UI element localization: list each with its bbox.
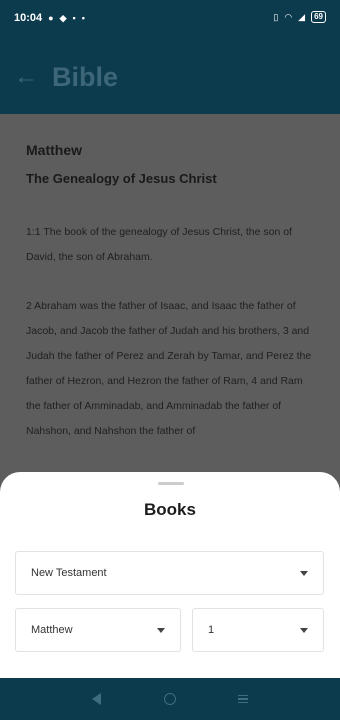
chevron-down-icon — [157, 627, 165, 633]
drag-handle[interactable] — [158, 482, 184, 485]
status-left: 10:04 ● ◆ ▪ • — [14, 12, 85, 24]
book-select-value: Matthew — [31, 624, 73, 636]
circle-home-icon — [163, 693, 176, 705]
triangle-back-icon — [92, 693, 102, 705]
page-title: Bible — [52, 61, 119, 92]
nav-home-button[interactable] — [158, 687, 182, 711]
wifi-icon: ◠ — [284, 11, 293, 22]
nav-recents-button[interactable] — [231, 687, 255, 711]
verse-paragraph: 1:1 The book of the genealogy of Jesus C… — [26, 226, 292, 263]
status-right: ▯ ◠ ◢ 69 — [273, 11, 326, 23]
back-button[interactable]: ← — [6, 57, 46, 97]
message-icon: ◆ — [59, 12, 67, 23]
chapter-select-value: 1 — [208, 624, 215, 636]
testament-select[interactable]: New Testament — [15, 551, 324, 595]
testament-select-value: New Testament — [31, 567, 107, 579]
section-heading: The Genealogy of Jesus Christ — [26, 171, 217, 186]
reader-content: Matthew The Genealogy of Jesus Christ 1:… — [0, 114, 340, 494]
status-bar: 10:04 ● ◆ ▪ • ▯ ◠ ◢ 69 — [0, 0, 340, 40]
book-name: Matthew — [26, 142, 82, 158]
sheet-title: Books — [144, 500, 196, 519]
arrow-left-icon: ← — [14, 63, 38, 90]
message-icon: ● — [48, 13, 54, 23]
chevron-down-icon — [300, 627, 308, 633]
books-bottom-sheet: Books New Testament Matthew 1 — [0, 472, 340, 678]
notification-icon: ▪ — [72, 13, 76, 23]
nav-back-button[interactable] — [85, 687, 109, 711]
signal-icon: ◢ — [298, 11, 306, 22]
status-time: 10:04 — [14, 12, 43, 24]
chevron-down-icon — [300, 570, 308, 576]
menu-recents-icon — [238, 694, 249, 704]
battery-level: 69 — [314, 12, 323, 21]
system-nav-bar — [0, 678, 340, 720]
battery-icon: 69 — [311, 11, 326, 23]
verse-paragraph: 2 Abraham was the father of Isaac, and I… — [26, 300, 312, 437]
chapter-select[interactable]: 1 — [192, 608, 324, 652]
vibrate-icon: ▯ — [273, 11, 279, 22]
app-bar: ← Bible — [0, 40, 340, 114]
book-select[interactable]: Matthew — [15, 608, 181, 652]
dot-icon: • — [81, 13, 85, 23]
